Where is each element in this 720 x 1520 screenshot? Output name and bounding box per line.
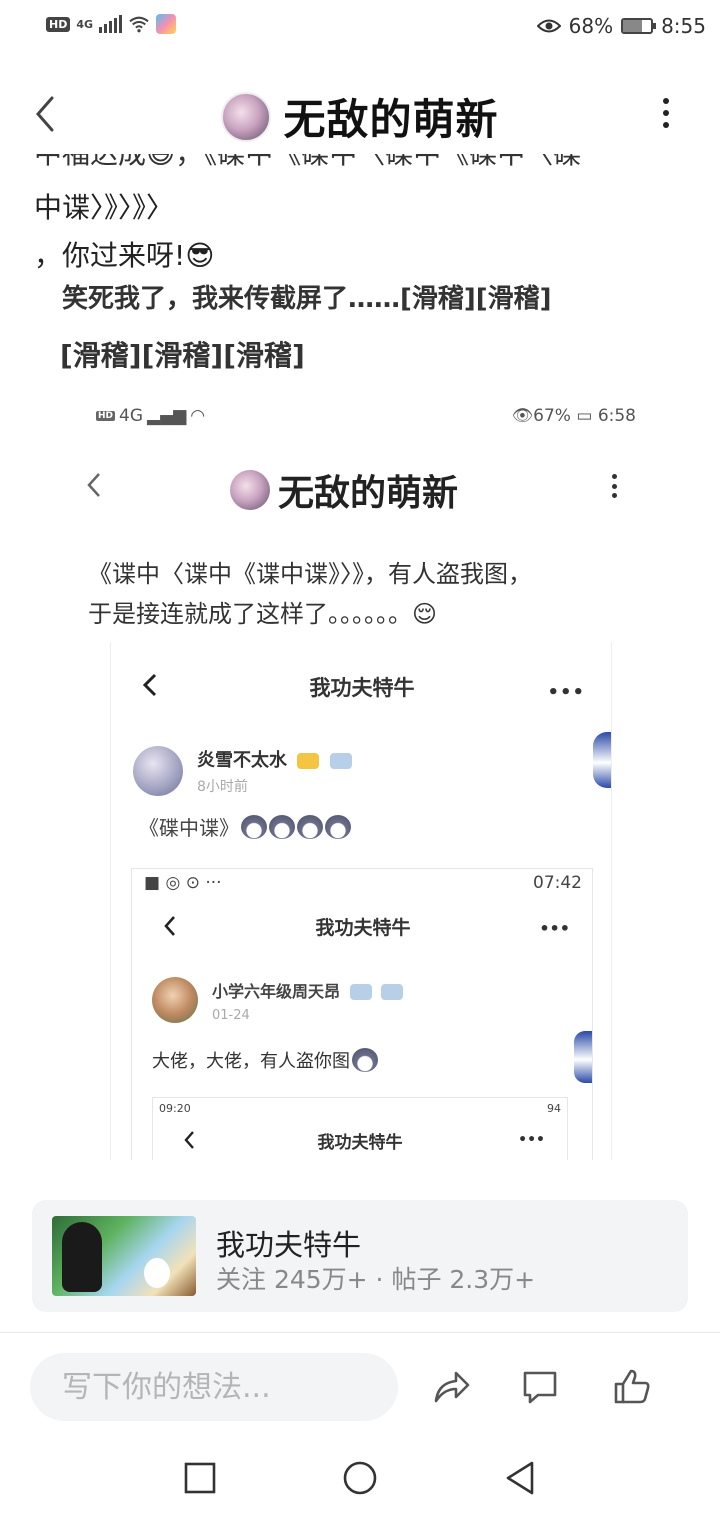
status-left: HD 4G: [46, 14, 177, 34]
home-icon[interactable]: [342, 1460, 378, 1496]
screenshot-2-text: 《碟中谍》: [139, 812, 351, 841]
post-text-line-2: ，你过来呀!😎: [34, 239, 215, 272]
screenshot-1-back-icon: [87, 473, 100, 497]
screenshot-1-wifi-icon: ◠: [190, 406, 206, 426]
screenshot-3-username-row: 小学六年级周天昂: [212, 978, 404, 1002]
screenshot-1-title: 无敌的萌新: [278, 473, 459, 514]
nav-back-icon[interactable]: [502, 1460, 538, 1496]
screenshot-3-status-bar: ■ ◎ ⊙ ··· 07:42: [144, 873, 582, 897]
post-text-line-4: [滑稽][滑稽][滑稽]: [60, 339, 305, 372]
author-avatar[interactable]: [221, 91, 272, 142]
screenshot-1-signal-icon: ▂▄▆: [147, 406, 187, 426]
comment-input[interactable]: [30, 1353, 398, 1421]
more-options-icon[interactable]: [662, 98, 670, 128]
forum-thumbnail: [52, 1216, 196, 1296]
screenshot-3-text: 大佬，大佬，有人盗你图: [152, 1047, 378, 1073]
screenshot-4-more-icon: •••: [518, 1132, 545, 1148]
screenshot-3-status-left: ■ ◎ ⊙ ···: [144, 873, 222, 893]
emoji-face-icon: [352, 1048, 378, 1072]
post-text-line-1: 中谍〉》〉》〉: [34, 191, 175, 224]
floating-mascot-icon: [593, 732, 611, 788]
screenshot-2-user: 炎雪不太水 8小时前: [133, 746, 352, 796]
screenshot-4-status-bar: 09:20 94: [159, 1102, 561, 1120]
screenshot-1-status-right: 👁67% ▭ 6:58: [512, 406, 636, 426]
screenshot-1-text-line-2: 于是接连就成了这样了。。。。。。😌: [88, 600, 438, 628]
screenshot-4-battery: 94: [547, 1102, 561, 1115]
member-badge-icon: [381, 984, 404, 1000]
share-icon[interactable]: [432, 1367, 472, 1407]
screenshot-1-more-icon: [612, 474, 618, 498]
screenshot-1-text-line-1: 《谍中〈谍中《谍中谍》〉》，有人盗我图，: [88, 560, 532, 588]
member-badge-icon: [349, 984, 372, 1000]
screenshot-image-2: 我功夫特牛 ••• 炎雪不太水 8小时前 《碟中谍》 ■ ◎ ⊙ ··· 07:…: [110, 642, 612, 1160]
screenshot-image-3: ■ ◎ ⊙ ··· 07:42 我功夫特牛 ••• 小学六年级周天昂 01-24…: [131, 868, 593, 1160]
thumbs-up-icon[interactable]: [612, 1367, 652, 1407]
title-wrap: 无敌的萌新: [0, 86, 720, 147]
page-title: 无敌的萌新: [283, 95, 499, 144]
wifi-icon: [129, 16, 149, 33]
forum-name: 我功夫特牛: [216, 1228, 362, 1262]
screenshot-2-text-label: 《碟中谍》: [139, 816, 239, 840]
screenshot-image-4: 09:20 94 我功夫特牛 •••: [152, 1097, 568, 1160]
screenshot-1-network: 4G: [119, 406, 144, 426]
floating-mascot-icon: [574, 1031, 592, 1083]
screenshot-1-status-bar: HD 4G ▂▄▆ ◠ 👁67% ▭ 6:58: [96, 406, 636, 430]
post-text-cut: 中福达成😄，《碟中《碟中〈碟中《碟中〈碟: [34, 154, 581, 172]
screenshot-2-avatar: [133, 746, 183, 796]
screenshot-4-title: 我功夫特牛: [317, 1133, 403, 1153]
screenshot-2-time: 8小时前: [197, 779, 248, 795]
screenshot-3-more-icon: •••: [539, 919, 570, 938]
screenshot-3-title: 我功夫特牛: [315, 917, 411, 939]
screenshot-3-header: 我功夫特牛 •••: [132, 905, 592, 951]
comment-bar: [0, 1333, 720, 1433]
hd-badge: HD: [46, 16, 71, 32]
status-bar: HD 4G 68% 8:55: [0, 0, 720, 60]
screenshot-4-time: 09:20: [159, 1102, 191, 1115]
emoji-face-icon: [269, 814, 295, 839]
screenshot-2-header: 我功夫特牛 •••: [111, 662, 611, 712]
screenshot-2-title: 我功夫特牛: [309, 676, 415, 700]
emoji-face-icon: [297, 814, 323, 839]
screenshot-1-hd-badge: HD: [96, 411, 116, 421]
screenshot-1-battery-icon: ▭: [576, 406, 598, 426]
screenshot-1-battery-text: 👁67%: [511, 406, 571, 426]
emoji-face-icon: [325, 814, 351, 839]
screenshot-1-status-left: HD 4G ▂▄▆ ◠: [96, 406, 205, 426]
screenshot-2-username-row: 炎雪不太水: [197, 746, 352, 772]
screenshot-2-username: 炎雪不太水: [197, 750, 287, 771]
status-right: 68% 8:55: [536, 14, 706, 38]
screenshot-3-time: 07:42: [533, 873, 582, 893]
top-app-bar: 无敌的萌新: [0, 70, 720, 154]
screenshot-1-header: 无敌的萌新: [80, 460, 650, 520]
signal-icon: [99, 15, 123, 33]
eye-icon: [536, 19, 561, 33]
level-badge-icon: [297, 753, 320, 769]
eye-comfort-percent: 68%: [568, 14, 614, 38]
screenshot-3-user: 小学六年级周天昂 01-24: [152, 977, 404, 1023]
screenshot-3-username: 小学六年级周天昂: [212, 981, 341, 1001]
recent-apps-icon[interactable]: [182, 1460, 218, 1496]
network-type: 4G: [76, 17, 94, 31]
battery-icon: [621, 18, 657, 34]
screenshot-1-avatar: [230, 470, 270, 510]
screenshot-2-more-icon: •••: [547, 682, 585, 703]
screenshot-3-text-label: 大佬，大佬，有人盗你图: [152, 1051, 350, 1072]
battery-fill: [623, 20, 643, 32]
screenshot-3-date: 01-24: [212, 1007, 250, 1023]
screenshot-3-avatar: [152, 977, 198, 1023]
app-notification-icon: [156, 14, 177, 34]
system-nav-bar: [0, 1440, 720, 1520]
status-time: 8:55: [661, 14, 706, 38]
member-badge-icon: [329, 753, 352, 769]
comment-icon[interactable]: [520, 1367, 560, 1407]
forum-card[interactable]: 我功夫特牛 关注 245万+ · 帖子 2.3万+: [32, 1200, 688, 1312]
emoji-face-icon: [241, 814, 267, 839]
screenshot-1-time: 6:58: [597, 406, 636, 426]
screenshot-1-title-wrap: 无敌的萌新: [230, 464, 458, 516]
post-content: 中福达成😄，《碟中《碟中〈碟中《碟中〈碟 中谍〉》〉》〉 ，你过来呀!😎 笑死我…: [0, 154, 720, 1160]
screenshot-image-1[interactable]: HD 4G ▂▄▆ ◠ 👁67% ▭ 6:58 无敌的萌新 《谍中〈谍中《谍中谍…: [80, 394, 650, 1160]
forum-stats: 关注 245万+ · 帖子 2.3万+: [216, 1265, 536, 1294]
post-text-line-3: 笑死我了，我来传截屏了……[滑稽][滑稽]: [62, 284, 552, 314]
